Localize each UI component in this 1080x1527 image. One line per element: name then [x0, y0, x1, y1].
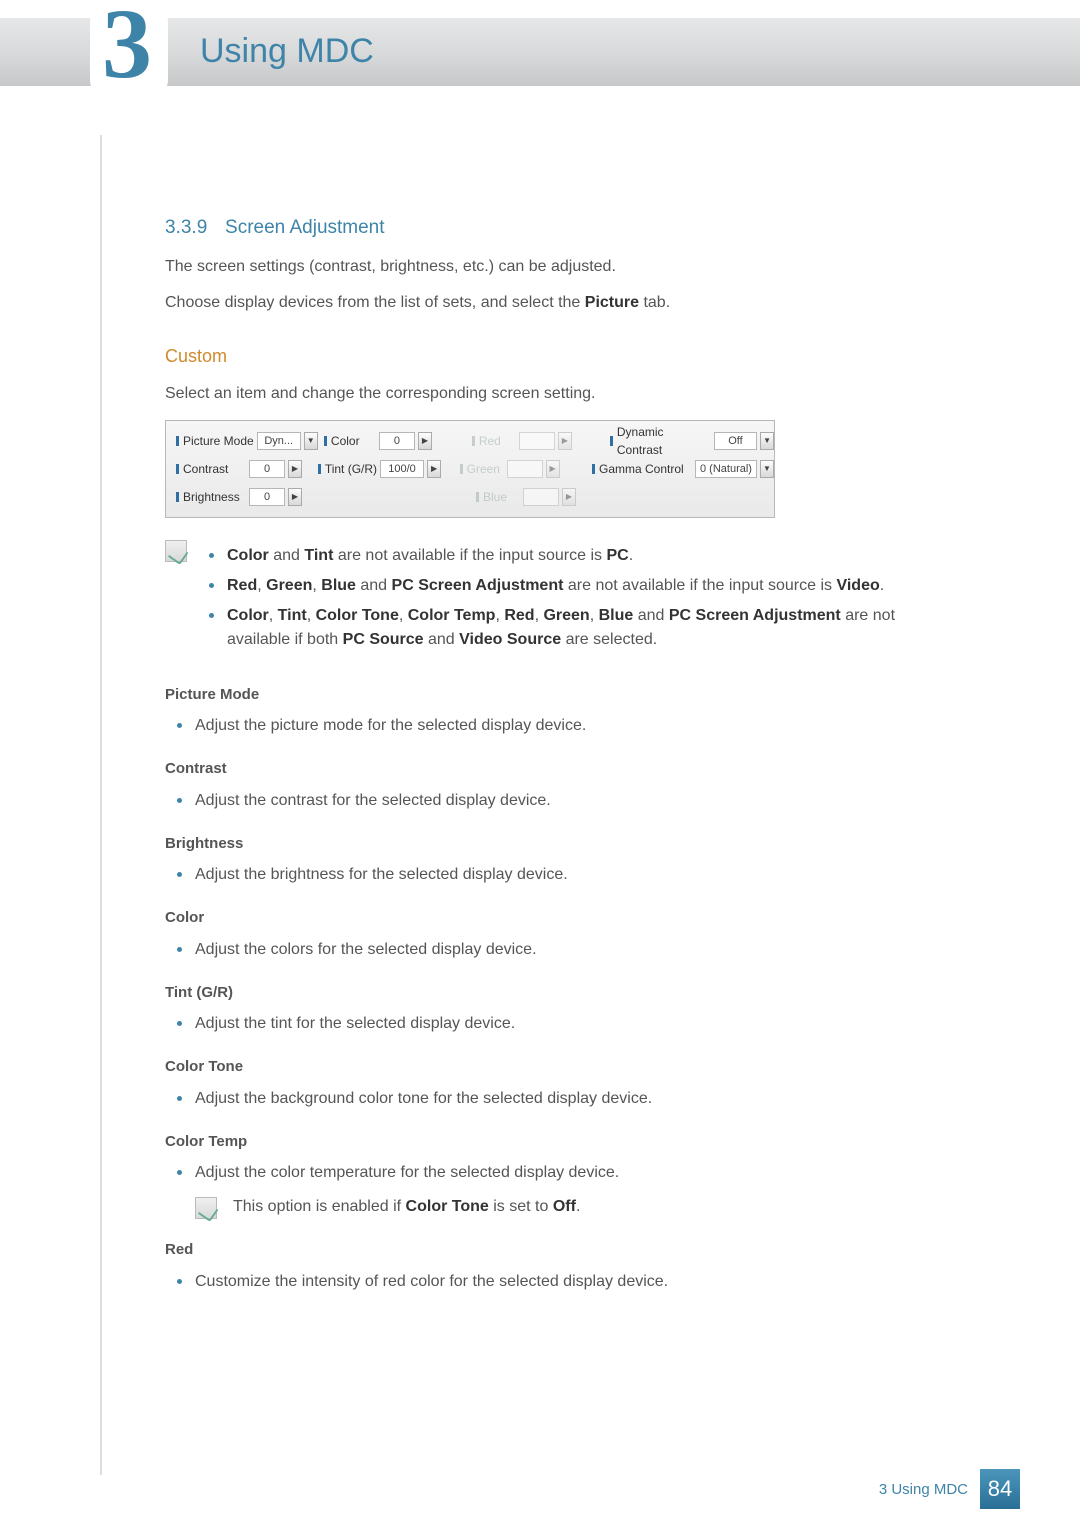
chevron-down-icon[interactable]: ▼	[760, 432, 774, 450]
label: Dynamic Contrast	[617, 423, 711, 459]
note-item: Color and Tint are not available if the …	[203, 544, 925, 568]
page-content: 3.3.9 Screen Adjustment The screen setti…	[165, 190, 925, 1300]
def-text: Adjust the picture mode for the selected…	[171, 714, 925, 738]
section-number: 3.3.9	[165, 217, 207, 238]
arrow-right-icon[interactable]: ▶	[288, 460, 302, 478]
def-text: Customize the intensity of red color for…	[171, 1270, 925, 1294]
field-dynamic-contrast: Dynamic Contrast Off ▼	[610, 423, 774, 459]
custom-heading: Custom	[165, 343, 925, 370]
brightness-input[interactable]: 0	[249, 488, 285, 506]
tint-input[interactable]: 100/0	[380, 460, 424, 478]
gamma-control-select[interactable]: 0 (Natural)	[695, 460, 757, 478]
note-item: Color, Tint, Color Tone, Color Temp, Red…	[203, 604, 925, 652]
label: Gamma Control	[599, 460, 684, 478]
picture-mode-select[interactable]: Dyn...	[257, 432, 301, 450]
arrow-right-icon[interactable]: ▶	[418, 432, 432, 450]
label: Blue	[483, 488, 507, 506]
page-footer: 3 Using MDC 84	[879, 1469, 1020, 1509]
def-title-picture-mode: Picture Mode	[165, 684, 925, 707]
text: Choose display devices from the list of …	[165, 294, 585, 311]
label: Tint (G/R)	[325, 460, 377, 478]
red-input	[519, 432, 555, 450]
definitions: Picture Mode Adjust the picture mode for…	[165, 684, 925, 1294]
blue-input	[523, 488, 559, 506]
label: Brightness	[183, 488, 240, 506]
arrow-right-icon[interactable]: ▶	[288, 488, 302, 506]
field-gamma-control: Gamma Control 0 (Natural) ▼	[592, 460, 774, 478]
field-red: Red ▶	[472, 432, 610, 450]
section-title: Screen Adjustment	[225, 217, 384, 238]
def-text: Adjust the contrast for the selected dis…	[171, 789, 925, 813]
color-temp-note: This option is enabled if Color Tone is …	[195, 1195, 925, 1219]
def-text: Adjust the tint for the selected display…	[171, 1012, 925, 1036]
green-input	[507, 460, 543, 478]
intro-p1: The screen settings (contrast, brightnes…	[165, 255, 925, 279]
def-title-contrast: Contrast	[165, 758, 925, 781]
def-title-red: Red	[165, 1239, 925, 1262]
footer-label: 3 Using MDC	[879, 1481, 968, 1498]
label: Color	[331, 432, 360, 450]
dynamic-contrast-select[interactable]: Off	[714, 432, 757, 450]
section-heading: 3.3.9 Screen Adjustment	[165, 214, 925, 243]
def-title-tint: Tint (G/R)	[165, 982, 925, 1005]
intro-p2: Choose display devices from the list of …	[165, 291, 925, 315]
arrow-right-icon: ▶	[562, 488, 576, 506]
field-color: Color 0 ▶	[324, 432, 472, 450]
def-title-color-temp: Color Temp	[165, 1131, 925, 1154]
arrow-right-icon: ▶	[546, 460, 560, 478]
def-title-color-tone: Color Tone	[165, 1056, 925, 1079]
screen-adjustment-panel: Picture Mode Dyn... ▼ Color 0 ▶ Red ▶ Dy…	[165, 420, 775, 518]
chevron-down-icon[interactable]: ▼	[304, 432, 318, 450]
def-text: Adjust the brightness for the selected d…	[171, 863, 925, 887]
left-margin-rule	[100, 135, 102, 1475]
field-brightness: Brightness 0 ▶	[176, 488, 326, 506]
def-text: Adjust the colors for the selected displ…	[171, 938, 925, 962]
field-blue: Blue ▶	[476, 488, 616, 506]
custom-text: Select an item and change the correspond…	[165, 382, 925, 406]
field-green: Green ▶	[460, 460, 592, 478]
field-contrast: Contrast 0 ▶	[176, 460, 318, 478]
page-number: 84	[980, 1469, 1020, 1509]
field-tint: Tint (G/R) 100/0 ▶	[318, 460, 460, 478]
arrow-right-icon[interactable]: ▶	[427, 460, 441, 478]
arrow-right-icon: ▶	[558, 432, 572, 450]
note-item: Red, Green, Blue and PC Screen Adjustmen…	[203, 574, 925, 598]
color-input[interactable]: 0	[379, 432, 415, 450]
def-title-brightness: Brightness	[165, 833, 925, 856]
label: Contrast	[183, 460, 228, 478]
chevron-down-icon[interactable]: ▼	[760, 460, 774, 478]
chapter-badge: 3	[90, 0, 180, 110]
label: Green	[467, 460, 500, 478]
note-icon	[165, 540, 187, 562]
def-text: Adjust the color temperature for the sel…	[171, 1161, 925, 1185]
note-text: This option is enabled if Color Tone is …	[233, 1195, 580, 1219]
text: tab.	[639, 294, 670, 311]
field-picture-mode: Picture Mode Dyn... ▼	[176, 432, 324, 450]
term-picture: Picture	[585, 294, 639, 311]
chapter-title: Using MDC	[200, 32, 374, 71]
contrast-input[interactable]: 0	[249, 460, 285, 478]
def-text: Adjust the background color tone for the…	[171, 1087, 925, 1111]
label: Red	[479, 432, 501, 450]
label: Picture Mode	[183, 432, 254, 450]
note-block: Color and Tint are not available if the …	[165, 538, 925, 658]
chapter-number: 3	[102, 0, 152, 94]
def-title-color: Color	[165, 907, 925, 930]
note-icon	[195, 1197, 217, 1219]
